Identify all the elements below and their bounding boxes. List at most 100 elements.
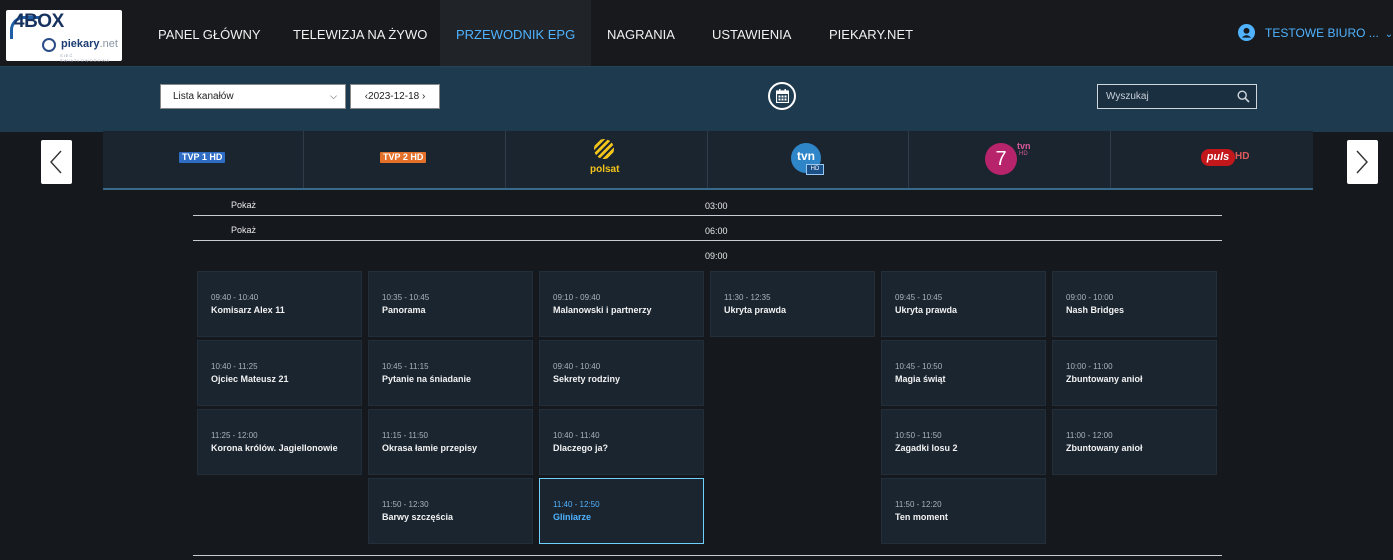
4box-logo[interactable]: 4BOX piekary.net SIEĆ ŚWIATŁOWODOWA [6,10,122,63]
program-time: 11:50 - 12:30 [382,500,429,509]
program-title: Okrasa łamie przepisy [382,443,478,453]
nav-panel-glowny[interactable]: PANEL GŁÓWNY [158,0,261,66]
time-marker: 03:00 [705,201,728,211]
nav-nagrania[interactable]: NAGRANIA [607,0,675,66]
program-time: 11:25 - 12:00 [211,431,258,440]
program-card[interactable]: 10:45 - 11:15 Pytanie na śniadanie [368,340,533,406]
program-title: Gliniarze [553,512,592,522]
next-channels-button[interactable] [1347,140,1378,184]
time-row: 09:00 [193,244,1222,266]
user-icon [1238,24,1255,41]
program-card[interactable]: 09:40 - 10:40 Komisarz Alex 11 [197,271,362,337]
program-title: Barwy szczęścia [382,512,454,522]
program-title: Komisarz Alex 11 [211,305,285,315]
channel-bar: TVP 1 HD TVP 2 HD polsat tvn HD 7 tvn HD… [103,131,1313,190]
channel-list-value: Lista kanałów [173,91,234,102]
program-time: 11:50 - 12:20 [895,500,942,509]
program-time: 10:50 - 11:50 [895,431,942,440]
program-time: 10:00 - 11:00 [1066,362,1113,371]
program-card[interactable]: 09:40 - 10:40 Sekrety rodziny [539,340,704,406]
program-title: Magia świąt [895,374,946,384]
search-input[interactable]: Wyszukaj [1097,84,1257,109]
chevron-right-icon [1356,150,1368,174]
program-time: 09:40 - 10:40 [211,293,259,302]
grid-bottom-divider [193,555,1222,556]
program-card[interactable]: 11:30 - 12:35 Ukryta prawda [710,271,875,337]
calendar-button[interactable] [768,82,796,110]
logo-tagline: SIEĆ ŚWIATŁOWODOWA [60,53,110,63]
program-title: Zbuntowany anioł [1066,374,1143,384]
program-card[interactable]: 11:00 - 12:00 Zbuntowany anioł [1052,409,1217,475]
date-picker-button[interactable]: ‹2023-12-18 › [350,84,440,109]
program-card[interactable]: 11:40 - 12:50 Gliniarze [539,478,704,544]
channel-tvn7[interactable]: 7 tvn HD [909,131,1111,188]
program-title: Zbuntowany anioł [1066,443,1143,453]
nav-przewodnik-epg[interactable]: PRZEWODNIK EPG [440,0,592,66]
tvn-hd-badge: HD [806,164,824,175]
time-marker: 06:00 [705,226,728,236]
program-time: 09:10 - 09:40 [553,293,601,302]
time-row: Pokaż 06:00 [193,219,1222,241]
search-icon [1237,90,1250,103]
program-title: Ukryta prawda [895,305,958,315]
polsat-logo-text: polsat [590,164,620,175]
polsat-logo [594,139,614,159]
nav-ustawienia[interactable]: USTAWIENIA [712,0,791,66]
channel-tvp2[interactable]: TVP 2 HD [304,131,506,188]
program-title: Ten moment [895,512,948,522]
program-card[interactable]: 10:45 - 10:50 Magia świąt [881,340,1046,406]
channel-polsat[interactable]: polsat [506,131,708,188]
program-title: Korona królów. Jagiellonowie [211,443,338,453]
program-time: 10:45 - 10:50 [895,362,943,371]
program-time: 09:45 - 10:45 [895,293,943,302]
program-card[interactable]: 10:40 - 11:40 Dlaczego ja? [539,409,704,475]
program-card[interactable]: 11:50 - 12:20 Ten moment [881,478,1046,544]
time-marker: 09:00 [705,251,728,261]
program-card[interactable]: 10:40 - 11:25 Ojciec Mateusz 21 [197,340,362,406]
time-row: Pokaż 03:00 [193,194,1222,216]
show-earlier-button[interactable]: Pokaż [231,225,256,235]
chevron-down-icon: ⌵ [330,91,337,101]
program-time: 11:00 - 12:00 [1066,431,1113,440]
program-card[interactable]: 11:15 - 11:50 Okrasa łamie przepisy [368,409,533,475]
tvn7-logo-text: tvn [1017,141,1031,151]
program-time: 11:15 - 11:50 [382,431,428,440]
prev-channels-button[interactable] [41,140,72,184]
user-menu[interactable]: TESTOWE BIURO ... ⌄ [1238,24,1393,44]
program-title: Ojciec Mateusz 21 [211,374,289,384]
program-time: 10:35 - 10:45 [382,293,430,302]
program-title: Dlaczego ja? [553,443,609,453]
program-time: 09:40 - 10:40 [553,362,601,371]
calendar-icon [776,89,789,103]
logo-ring-icon [42,38,56,52]
program-time: 10:45 - 11:15 [382,362,429,371]
program-card[interactable]: 10:50 - 11:50 Zagadki losu 2 [881,409,1046,475]
program-time: 09:00 - 10:00 [1066,293,1114,302]
puls-hd-badge: HD [1235,151,1250,162]
channel-list-select[interactable]: Lista kanałów ⌵ [160,84,346,109]
chevron-left-icon [50,150,62,174]
search-placeholder: Wyszukaj [1106,91,1149,102]
program-title: Zagadki losu 2 [895,443,958,453]
channel-puls[interactable]: puls HD [1111,131,1313,188]
tvn7-hd-badge: HD [1019,151,1028,157]
channel-tvn[interactable]: tvn HD [708,131,909,188]
tvp2-logo: TVP 2 HD [380,152,427,163]
program-title: Pytanie na śniadanie [382,374,472,384]
program-card[interactable]: 11:50 - 12:30 Barwy szczęścia [368,478,533,544]
program-card[interactable]: 09:00 - 10:00 Nash Bridges [1052,271,1217,337]
show-earlier-button[interactable]: Pokaż [231,200,256,210]
nav-piekary-net[interactable]: PIEKARY.NET [829,0,913,66]
channel-tvp1[interactable]: TVP 1 HD [103,131,304,188]
program-card[interactable]: 11:25 - 12:00 Korona królów. Jagiellonowi… [197,409,362,475]
tvp1-logo: TVP 1 HD [179,152,226,163]
program-title: Ukryta prawda [724,305,787,315]
program-card[interactable]: 10:35 - 10:45 Panorama [368,271,533,337]
program-card[interactable]: 09:10 - 09:40 Malanowski i partnerzy [539,271,704,337]
nav-telewizja-na-zywo[interactable]: TELEWIZJA NA ŻYWO [293,0,427,66]
tvn7-logo: 7 [985,143,1017,175]
program-title: Nash Bridges [1066,305,1125,315]
program-card[interactable]: 10:00 - 11:00 Zbuntowany anioł [1052,340,1217,406]
program-title: Sekrety rodziny [553,374,621,384]
program-card[interactable]: 09:45 - 10:45 Ukryta prawda [881,271,1046,337]
